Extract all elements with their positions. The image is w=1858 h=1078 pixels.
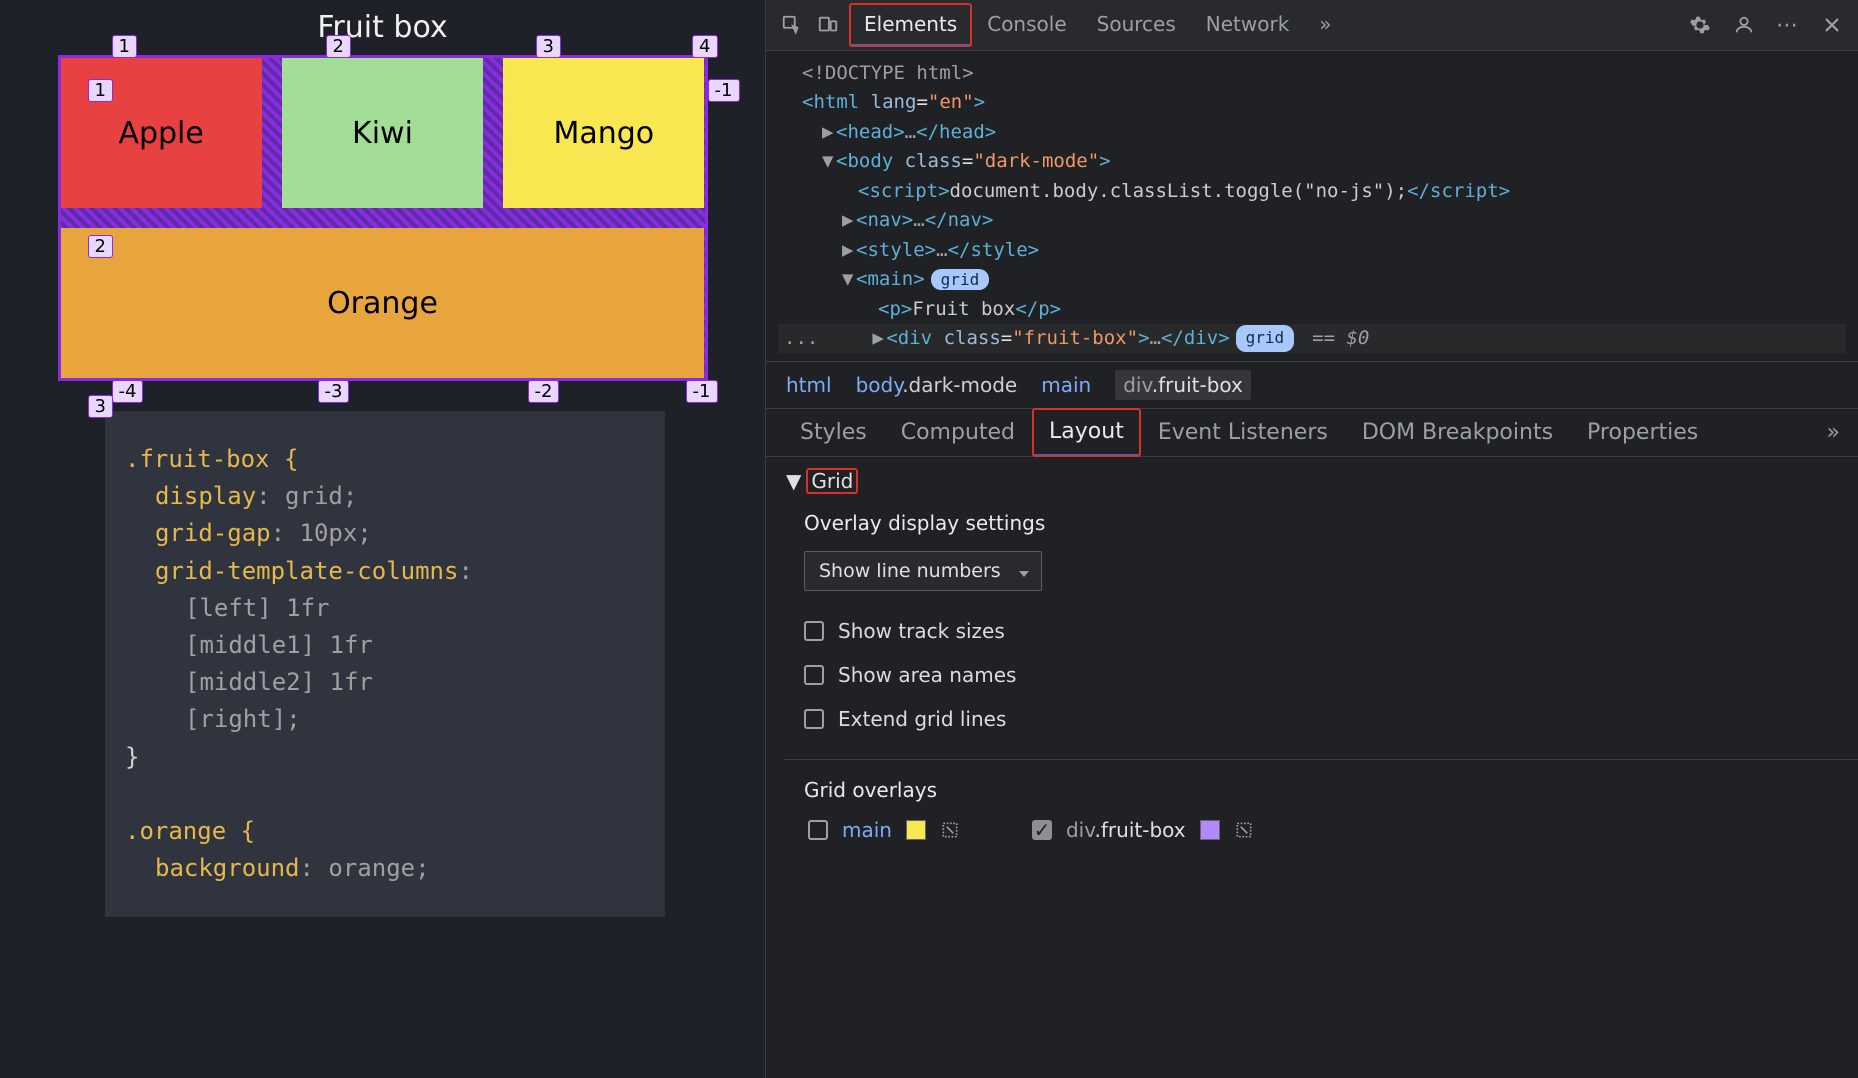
tab-properties[interactable]: Properties: [1571, 410, 1714, 455]
overlay-item-fruit-box[interactable]: ✓ div.fruit-box: [1032, 818, 1254, 842]
layout-panel: ▼ Grid Overlay display settings Show lin…: [766, 457, 1858, 854]
select-element-icon[interactable]: [774, 7, 810, 43]
highlight-icon[interactable]: [940, 820, 960, 840]
tab-network[interactable]: Network: [1192, 4, 1304, 46]
swatch-yellow[interactable]: [906, 820, 926, 840]
dom-tree[interactable]: <!DOCTYPE html> <html lang="en"> ▶<head>…: [766, 51, 1858, 361]
line-numbers-dropdown[interactable]: Show line numbers: [804, 551, 1042, 591]
grid-line-bottom-neg1: -1: [686, 380, 718, 403]
grid-overlays-heading: Grid overlays: [804, 778, 1838, 802]
grid-line-bottom-neg3: -3: [318, 380, 350, 403]
styles-sidebar-tabs: Styles Computed Layout Event Listeners D…: [766, 409, 1858, 457]
overlay-settings-heading: Overlay display settings: [804, 511, 1838, 535]
tab-styles[interactable]: Styles: [784, 410, 883, 455]
highlight-icon[interactable]: [1234, 820, 1254, 840]
tab-styles-overflow[interactable]: »: [1827, 420, 1840, 445]
tab-dom-breakpoints[interactable]: DOM Breakpoints: [1346, 410, 1569, 455]
crumb-main[interactable]: main: [1041, 373, 1091, 397]
css-code-block: .fruit-box { display: grid; grid-gap: 10…: [105, 411, 665, 917]
grid-line-top-3: 3: [536, 35, 561, 58]
crumb-html[interactable]: html: [786, 373, 832, 397]
grid-line-left-3: 3: [88, 395, 113, 418]
close-icon[interactable]: [1814, 7, 1850, 43]
tab-computed[interactable]: Computed: [885, 410, 1031, 455]
grid-line-top-1: 1: [112, 35, 137, 58]
tab-event-listeners[interactable]: Event Listeners: [1142, 410, 1344, 455]
tab-overflow[interactable]: »: [1305, 4, 1345, 46]
feedback-icon[interactable]: [1726, 7, 1762, 43]
overlay-item-main[interactable]: main: [808, 818, 960, 842]
grid-line-left-2: 2: [88, 235, 113, 258]
swatch-purple[interactable]: [1200, 820, 1220, 840]
grid-section-header[interactable]: ▼ Grid: [786, 469, 1838, 493]
devtools-panel: Elements Console Sources Network » ⋯ <!D…: [765, 0, 1858, 1078]
fruit-box-grid: Apple Kiwi Mango Orange: [58, 55, 708, 381]
cell-kiwi: Kiwi: [282, 58, 483, 208]
fruit-grid-wrapper: Apple Kiwi Mango Orange 1 2 3 4 1 2 3 -1…: [58, 55, 708, 381]
gear-icon[interactable]: [1682, 7, 1718, 43]
grid-line-right-neg1: -1: [708, 79, 740, 102]
crumb-body[interactable]: body.dark-mode: [856, 373, 1018, 397]
rendered-page-pane: Fruit box Apple Kiwi Mango Orange 1 2 3 …: [0, 0, 765, 1078]
device-toggle-icon[interactable]: [810, 7, 846, 43]
grid-line-bottom-neg4: -4: [112, 380, 144, 403]
grid-line-left-1: 1: [88, 79, 113, 102]
tab-elements[interactable]: Elements: [850, 4, 971, 46]
cell-mango: Mango: [503, 58, 704, 208]
cell-orange: Orange: [61, 228, 705, 378]
more-icon[interactable]: ⋯: [1770, 7, 1806, 43]
grid-line-bottom-neg2: -2: [528, 380, 560, 403]
tab-layout[interactable]: Layout: [1033, 409, 1140, 456]
grid-line-top-4: 4: [692, 35, 717, 58]
breadcrumb[interactable]: html body.dark-mode main div.fruit-box: [766, 361, 1858, 409]
checkbox-track-sizes[interactable]: Show track sizes: [804, 609, 1838, 653]
checkbox-area-names[interactable]: Show area names: [804, 653, 1838, 697]
crumb-selected[interactable]: div.fruit-box: [1115, 370, 1251, 400]
tab-sources[interactable]: Sources: [1083, 4, 1190, 46]
devtools-header: Elements Console Sources Network » ⋯: [766, 0, 1858, 51]
grid-line-top-2: 2: [326, 35, 351, 58]
checkbox-extend-lines[interactable]: Extend grid lines: [804, 697, 1838, 741]
tab-console[interactable]: Console: [973, 4, 1080, 46]
